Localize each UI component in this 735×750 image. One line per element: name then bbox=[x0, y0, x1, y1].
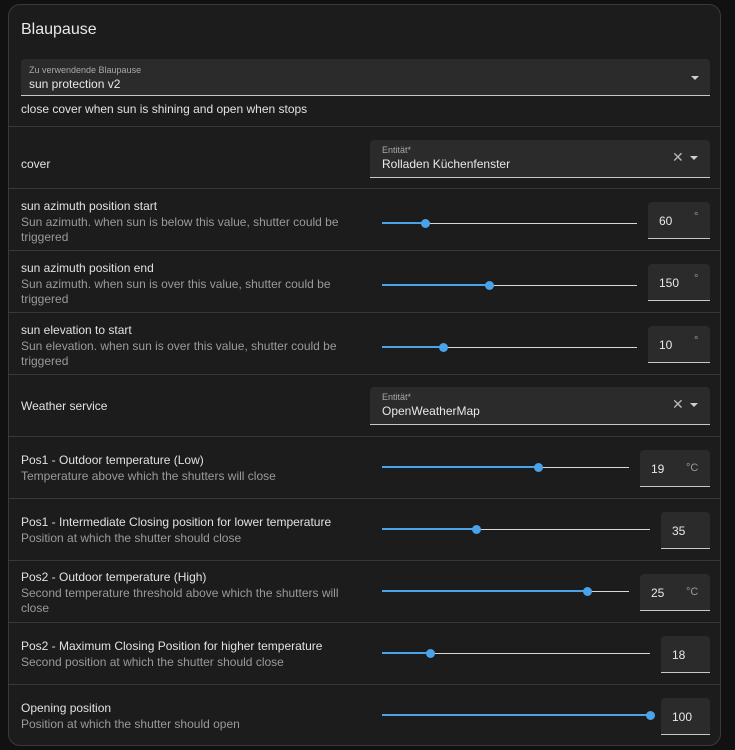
pos1-close-value: 35 bbox=[672, 524, 686, 538]
pos1-close-input[interactable]: 35 bbox=[661, 512, 710, 549]
cover-entity-picker[interactable]: Entität* Rolladen Küchenfenster ✕ bbox=[370, 140, 710, 178]
slider-thumb[interactable] bbox=[583, 587, 592, 596]
row-azimuth-start: sun azimuth position start Sun azimuth. … bbox=[9, 188, 720, 251]
pos1-temp-slider[interactable] bbox=[382, 460, 629, 476]
azimuth-start-slider[interactable] bbox=[382, 216, 637, 232]
pos1-close-label: Pos1 - Intermediate Closing position for… bbox=[21, 515, 332, 529]
weather-entity-picker[interactable]: Entität* OpenWeatherMap ✕ bbox=[370, 387, 710, 425]
weather-label: Weather service bbox=[21, 399, 108, 413]
pos1-temp-unit: °C bbox=[686, 462, 699, 474]
blueprint-select-value: sun protection v2 bbox=[29, 77, 121, 91]
elevation-start-label: sun elevation to start bbox=[21, 323, 132, 337]
row-pos1-close: Pos1 - Intermediate Closing position for… bbox=[9, 498, 720, 561]
azimuth-start-unit: ° bbox=[694, 211, 699, 223]
azimuth-start-desc: Sun azimuth. when sun is below this valu… bbox=[21, 215, 339, 244]
slider-fill bbox=[382, 652, 431, 654]
pos1-close-slider[interactable] bbox=[382, 522, 650, 538]
pos2-close-label: Pos2 - Maximum Closing Position for high… bbox=[21, 639, 323, 653]
pos1-temp-value: 19 bbox=[651, 462, 665, 476]
weather-entity-label: Entität* bbox=[382, 392, 412, 402]
opening-input[interactable]: 100 bbox=[661, 698, 710, 735]
elevation-start-value: 10 bbox=[659, 338, 673, 352]
row-azimuth-end: sun azimuth position end Sun azimuth. wh… bbox=[9, 250, 720, 313]
azimuth-start-value: 60 bbox=[659, 214, 673, 228]
row-pos2-close: Pos2 - Maximum Closing Position for high… bbox=[9, 622, 720, 685]
card-title: Blaupause bbox=[21, 21, 97, 38]
slider-fill bbox=[382, 466, 538, 468]
pos2-close-desc: Second position at which the shutter sho… bbox=[21, 655, 284, 669]
close-icon[interactable]: ✕ bbox=[672, 397, 684, 411]
blueprint-select-label: Zu verwendende Blaupause bbox=[29, 65, 142, 75]
pos2-temp-label: Pos2 - Outdoor temperature (High) bbox=[21, 570, 207, 584]
slider-thumb[interactable] bbox=[533, 463, 543, 472]
weather-entity-value: OpenWeatherMap bbox=[382, 404, 480, 418]
arrow-drop-down-icon[interactable] bbox=[690, 156, 698, 160]
slider-thumb[interactable] bbox=[485, 281, 495, 290]
close-icon[interactable]: ✕ bbox=[672, 150, 684, 164]
row-opening: Opening position Position at which the s… bbox=[9, 684, 720, 745]
pos2-temp-unit: °C bbox=[686, 586, 699, 598]
slider-thumb[interactable] bbox=[439, 343, 449, 352]
pos1-temp-label: Pos1 - Outdoor temperature (Low) bbox=[21, 453, 204, 467]
pos2-temp-value: 25 bbox=[651, 586, 665, 600]
azimuth-end-input[interactable]: 150 ° bbox=[648, 264, 710, 301]
opening-label: Opening position bbox=[21, 701, 112, 715]
slider-fill bbox=[382, 222, 426, 224]
pos2-temp-slider[interactable] bbox=[382, 584, 629, 600]
pos1-temp-input[interactable]: 19 °C bbox=[640, 450, 710, 487]
row-cover: cover Entität* Rolladen Küchenfenster ✕ bbox=[9, 126, 720, 189]
row-weather: Weather service Entität* OpenWeatherMap … bbox=[9, 374, 720, 437]
cover-label: cover bbox=[21, 157, 51, 171]
pos2-temp-input[interactable]: 25 °C bbox=[640, 574, 710, 611]
blueprint-description: close cover when sun is shining and open… bbox=[21, 102, 308, 116]
azimuth-end-unit: ° bbox=[694, 273, 699, 285]
pos2-temp-desc: Second temperature threshold above which… bbox=[21, 586, 339, 615]
azimuth-end-slider[interactable] bbox=[382, 278, 637, 294]
row-pos1-temp: Pos1 - Outdoor temperature (Low) Tempera… bbox=[9, 436, 720, 499]
azimuth-end-desc: Sun azimuth. when sun is over this value… bbox=[21, 277, 331, 306]
opening-desc: Position at which the shutter should ope… bbox=[21, 717, 240, 731]
slider-fill bbox=[382, 284, 490, 286]
row-elevation-start: sun elevation to start Sun elevation. wh… bbox=[9, 312, 720, 375]
row-pos2-temp: Pos2 - Outdoor temperature (High) Second… bbox=[9, 560, 720, 623]
opening-value: 100 bbox=[672, 710, 693, 724]
opening-slider[interactable] bbox=[382, 708, 655, 724]
slider-fill bbox=[382, 346, 444, 348]
pos2-close-input[interactable]: 18 bbox=[661, 636, 710, 673]
blueprint-card: Blaupause Zu verwendende Blaupause sun p… bbox=[8, 4, 721, 746]
slider-thumb[interactable] bbox=[421, 219, 431, 228]
azimuth-start-label: sun azimuth position start bbox=[21, 199, 158, 213]
elevation-start-desc: Sun elevation. when sun is over this val… bbox=[21, 339, 337, 368]
blueprint-select[interactable]: Zu verwendende Blaupause sun protection … bbox=[21, 59, 710, 96]
elevation-start-input[interactable]: 10 ° bbox=[648, 326, 710, 363]
cover-entity-label: Entität* bbox=[382, 145, 412, 155]
slider-thumb[interactable] bbox=[646, 711, 655, 720]
azimuth-end-value: 150 bbox=[659, 276, 680, 290]
pos1-close-desc: Position at which the shutter should clo… bbox=[21, 531, 242, 545]
elevation-start-unit: ° bbox=[694, 335, 699, 347]
cover-entity-value: Rolladen Küchenfenster bbox=[382, 157, 511, 171]
slider-fill bbox=[382, 590, 587, 592]
arrow-drop-down-icon[interactable] bbox=[690, 403, 698, 407]
azimuth-start-input[interactable]: 60 ° bbox=[648, 202, 710, 239]
pos2-close-value: 18 bbox=[672, 648, 686, 662]
slider-thumb[interactable] bbox=[471, 525, 481, 534]
arrow-drop-down-icon[interactable] bbox=[691, 76, 699, 80]
slider-fill bbox=[382, 528, 476, 530]
azimuth-end-label: sun azimuth position end bbox=[21, 261, 154, 275]
elevation-start-slider[interactable] bbox=[382, 340, 637, 356]
slider-thumb[interactable] bbox=[426, 649, 436, 658]
pos2-close-slider[interactable] bbox=[382, 646, 650, 662]
slider-fill bbox=[382, 714, 650, 716]
pos1-temp-desc: Temperature above which the shutters wil… bbox=[21, 469, 276, 483]
